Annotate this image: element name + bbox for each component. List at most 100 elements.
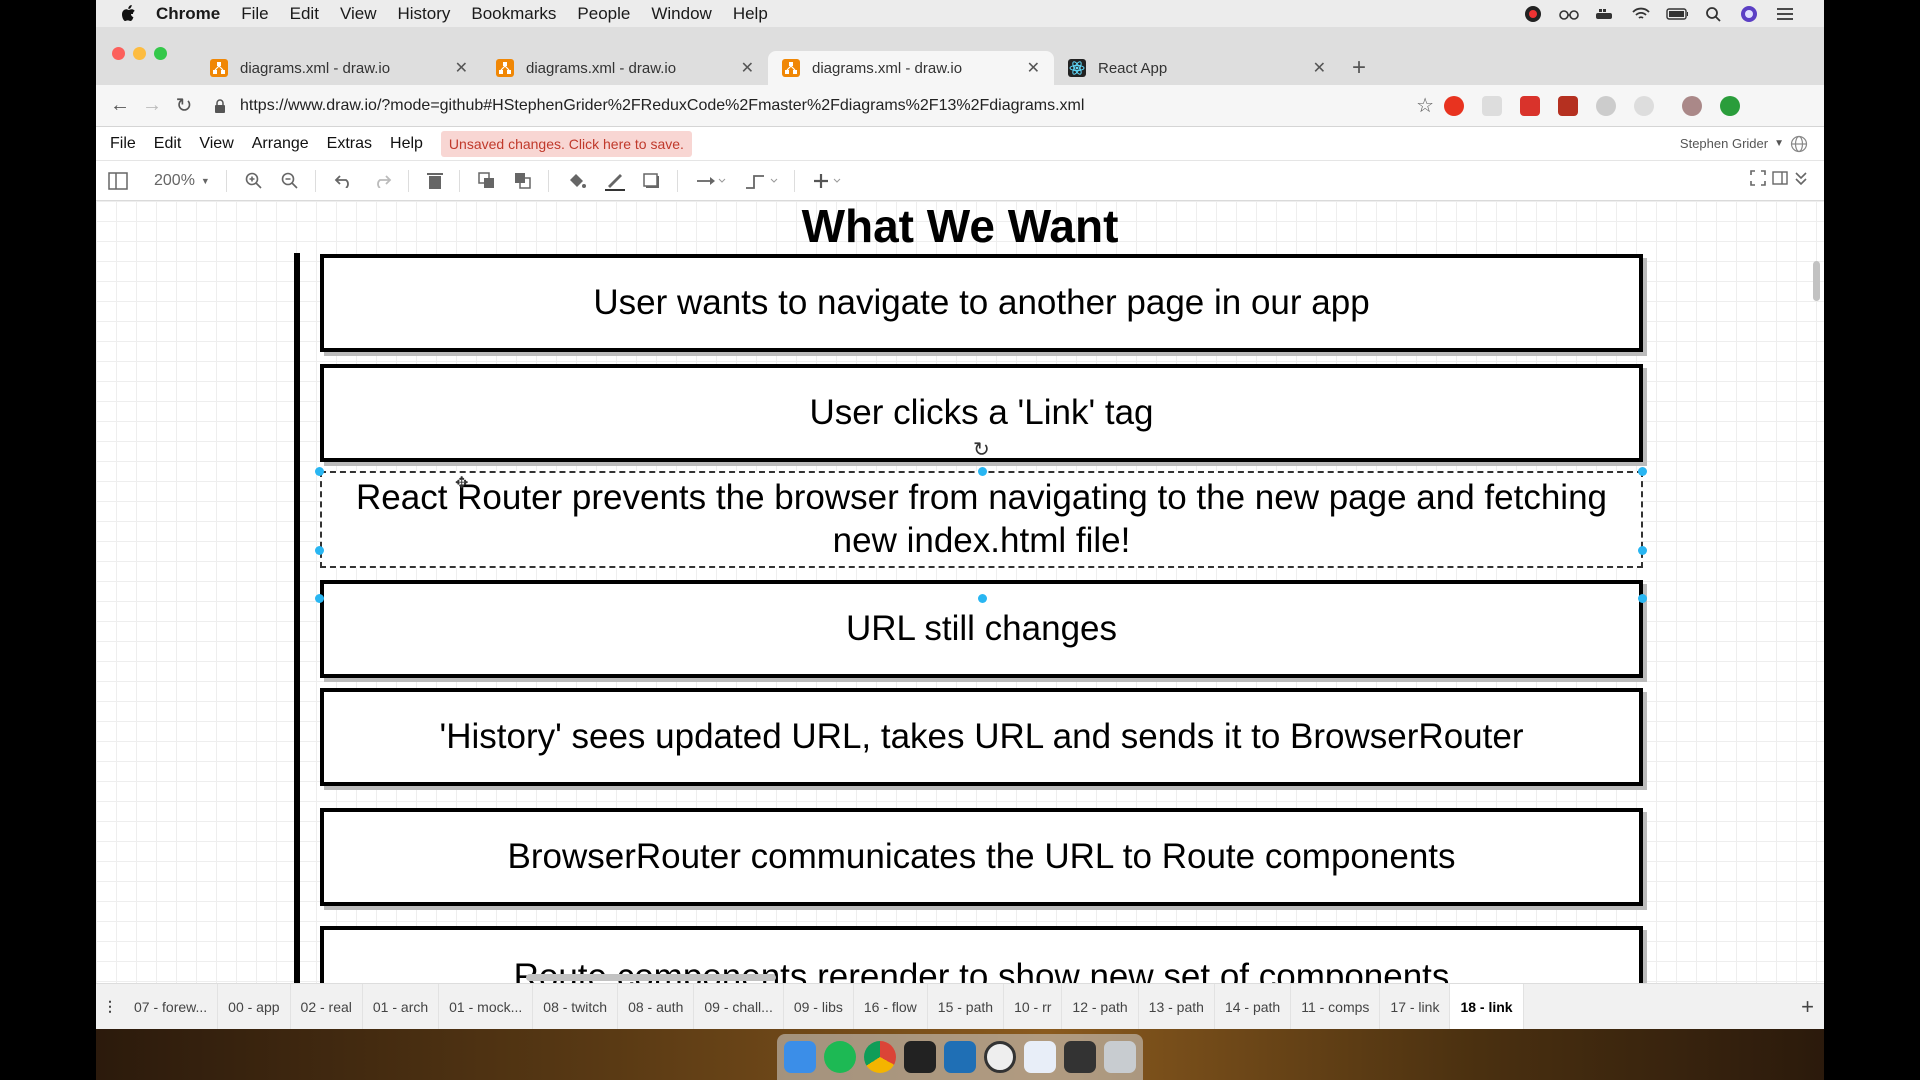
media-icon[interactable] bbox=[1064, 1041, 1096, 1073]
page-tab[interactable]: 09 - chall... bbox=[694, 983, 784, 1030]
profile-avatar[interactable] bbox=[1682, 95, 1702, 116]
menu-app-name[interactable]: Chrome bbox=[156, 4, 220, 24]
user-menu[interactable]: Stephen Grider ▼ bbox=[1680, 135, 1808, 153]
new-tab-icon[interactable]: + bbox=[1352, 51, 1366, 85]
menu-window[interactable]: Window bbox=[651, 4, 711, 24]
flow-step-box[interactable]: Route components rerender to show new se… bbox=[320, 926, 1643, 983]
browser-tab[interactable]: diagrams.xml - draw.io ✕ bbox=[196, 51, 482, 85]
page-tab[interactable]: 16 - flow bbox=[854, 983, 928, 1030]
menu-file[interactable]: File bbox=[241, 4, 268, 24]
document-icon[interactable] bbox=[1024, 1041, 1056, 1073]
siri-icon[interactable] bbox=[1738, 5, 1760, 23]
vscode-icon[interactable] bbox=[944, 1041, 976, 1073]
page-tab[interactable]: 17 - link bbox=[1380, 983, 1451, 1030]
page-tab[interactable]: 09 - libs bbox=[784, 983, 854, 1030]
flow-step-box[interactable]: 'History' sees updated URL, takes URL an… bbox=[320, 688, 1643, 786]
horizontal-scrollbar[interactable] bbox=[526, 974, 776, 981]
drawio-menu-view[interactable]: View bbox=[199, 135, 233, 153]
add-page-icon[interactable]: + bbox=[1801, 994, 1814, 1020]
chrome-icon[interactable] bbox=[864, 1041, 896, 1073]
page-tab[interactable]: 02 - real bbox=[291, 983, 363, 1030]
browser-tab[interactable]: React App ✕ bbox=[1054, 51, 1340, 85]
browser-tab[interactable]: diagrams.xml - draw.io ✕ bbox=[482, 51, 768, 85]
menu-help[interactable]: Help bbox=[733, 4, 768, 24]
page-tab[interactable]: 08 - twitch bbox=[533, 983, 619, 1030]
diagram-title[interactable]: What We Want bbox=[96, 201, 1824, 253]
unsaved-changes-button[interactable]: Unsaved changes. Click here to save. bbox=[440, 130, 692, 157]
zoom-out-icon[interactable] bbox=[281, 172, 299, 190]
menu-view[interactable]: View bbox=[340, 4, 377, 24]
minimize-window-button[interactable] bbox=[133, 47, 146, 60]
spotify-icon[interactable] bbox=[824, 1041, 856, 1073]
delete-icon[interactable] bbox=[426, 172, 443, 190]
drawio-menu-extras[interactable]: Extras bbox=[327, 135, 372, 153]
fullscreen-icon[interactable] bbox=[1750, 170, 1766, 191]
menu-people[interactable]: People bbox=[577, 4, 630, 24]
vertical-scrollbar[interactable] bbox=[1813, 261, 1820, 301]
to-front-icon[interactable] bbox=[478, 171, 496, 190]
resize-handle[interactable] bbox=[1638, 594, 1647, 603]
page-tab[interactable]: 07 - forew... bbox=[124, 983, 219, 1030]
drawio-menu-arrange[interactable]: Arrange bbox=[252, 135, 309, 153]
url-field[interactable]: https://www.draw.io/?mode=github#HStephe… bbox=[214, 91, 1434, 121]
menu-history[interactable]: History bbox=[397, 4, 450, 24]
page-tab[interactable]: 01 - arch bbox=[363, 983, 440, 1030]
menu-edit[interactable]: Edit bbox=[290, 4, 319, 24]
undo-icon[interactable] bbox=[334, 174, 354, 188]
notification-center-icon[interactable] bbox=[1774, 5, 1796, 23]
page-tab[interactable]: 15 - path bbox=[928, 983, 1005, 1030]
rotate-handle-icon[interactable]: ↻ bbox=[973, 437, 990, 462]
page-menu-icon[interactable]: ⋮ bbox=[96, 998, 124, 1015]
extension-icon[interactable] bbox=[1520, 95, 1540, 116]
page-tab[interactable]: 00 - app bbox=[218, 983, 291, 1030]
resize-handle[interactable] bbox=[978, 467, 987, 476]
page-tab[interactable]: 08 - auth bbox=[618, 983, 695, 1030]
extension-icon[interactable] bbox=[1444, 95, 1464, 116]
forward-arrow-icon[interactable]: → bbox=[136, 94, 168, 117]
resize-handle[interactable] bbox=[315, 546, 324, 555]
terminal-icon[interactable] bbox=[904, 1041, 936, 1073]
page-tab[interactable]: 14 - path bbox=[1215, 983, 1292, 1030]
to-back-icon[interactable] bbox=[514, 172, 532, 190]
insert-plus-icon[interactable] bbox=[813, 173, 843, 189]
extension-icon[interactable] bbox=[1596, 95, 1616, 116]
close-tab-icon[interactable]: ✕ bbox=[1027, 58, 1040, 78]
collapse-chevron-icon[interactable] bbox=[1794, 170, 1808, 191]
resize-handle[interactable] bbox=[315, 467, 324, 476]
battery-icon[interactable] bbox=[1666, 5, 1688, 23]
format-panel-icon[interactable] bbox=[108, 171, 130, 190]
diagram-canvas[interactable]: What We Want User wants to navigate to a… bbox=[96, 201, 1824, 983]
css-extension-icon[interactable] bbox=[1482, 95, 1502, 116]
format-toggle-icon[interactable] bbox=[1772, 170, 1788, 191]
menu-bookmarks[interactable]: Bookmarks bbox=[471, 4, 556, 24]
drawio-menu-help[interactable]: Help bbox=[390, 135, 423, 153]
page-tab[interactable]: 13 - path bbox=[1139, 983, 1215, 1030]
obs-icon[interactable] bbox=[984, 1041, 1016, 1073]
zoom-in-icon[interactable] bbox=[245, 172, 263, 190]
extension-icon[interactable] bbox=[1720, 95, 1740, 116]
finder-icon[interactable] bbox=[784, 1041, 816, 1073]
close-tab-icon[interactable]: ✕ bbox=[741, 58, 754, 78]
glasses-icon[interactable] bbox=[1558, 5, 1580, 23]
fill-color-icon[interactable] bbox=[567, 172, 587, 190]
page-tab[interactable]: 12 - path bbox=[1062, 983, 1139, 1030]
apple-icon[interactable] bbox=[120, 4, 142, 23]
zoom-level-select[interactable]: 200% ▼ bbox=[154, 172, 210, 190]
resize-handle[interactable] bbox=[315, 594, 324, 603]
resize-handle[interactable] bbox=[1638, 467, 1647, 476]
vertical-line[interactable] bbox=[294, 253, 300, 983]
flow-step-box[interactable]: BrowserRouter communicates the URL to Ro… bbox=[320, 808, 1643, 906]
close-window-button[interactable] bbox=[112, 47, 125, 60]
drawio-menu-file[interactable]: File bbox=[110, 135, 136, 153]
status-app-icon[interactable] bbox=[1522, 5, 1544, 23]
zoom-window-button[interactable] bbox=[154, 47, 167, 60]
browser-tab-active[interactable]: diagrams.xml - draw.io ✕ bbox=[768, 51, 1054, 85]
shadow-icon[interactable] bbox=[643, 172, 661, 189]
line-color-icon[interactable] bbox=[604, 171, 625, 191]
page-tab[interactable]: 10 - rr bbox=[1004, 983, 1063, 1030]
resize-handle[interactable] bbox=[978, 594, 987, 603]
extension-icon[interactable] bbox=[1558, 95, 1578, 116]
bookmark-star-icon[interactable]: ☆ bbox=[1416, 93, 1434, 118]
extension-icon[interactable] bbox=[1634, 95, 1654, 116]
page-tab[interactable]: 01 - mock... bbox=[439, 983, 534, 1030]
